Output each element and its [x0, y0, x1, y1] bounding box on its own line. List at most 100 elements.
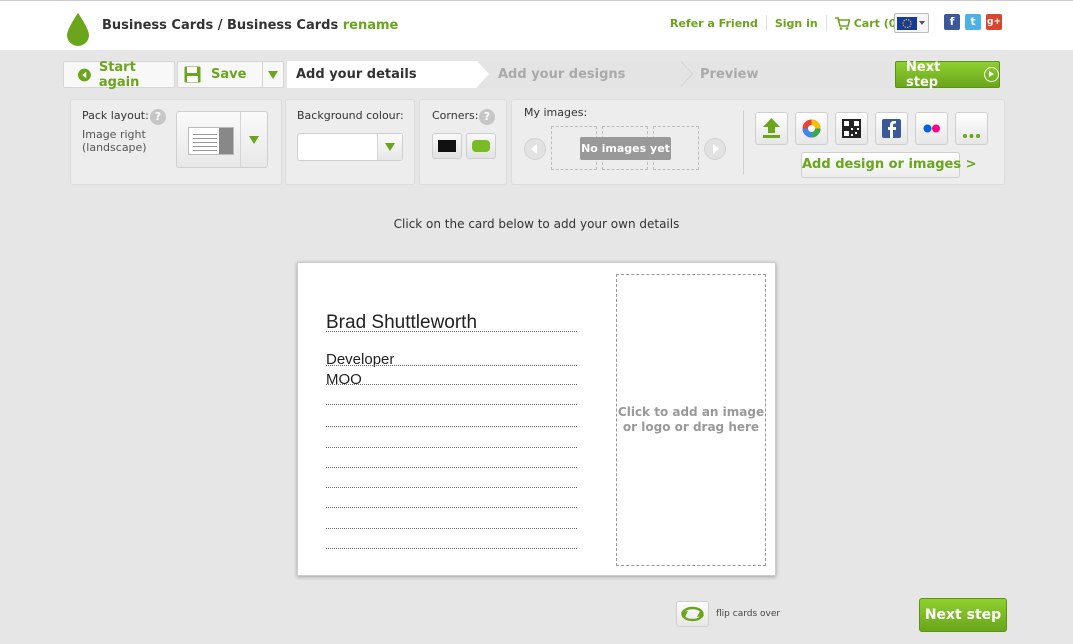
save-icon: [184, 66, 201, 83]
card-line[interactable]: [326, 429, 577, 448]
card-line[interactable]: [326, 407, 577, 427]
images-prev-button[interactable]: [524, 138, 546, 160]
chevron-down-icon: [385, 143, 395, 151]
facebook-import-button[interactable]: [875, 112, 908, 145]
step-chevron: [680, 61, 692, 87]
background-colour-label: Background colour:: [297, 109, 404, 122]
wizard-steps: Add your details Add your designs Previe…: [287, 61, 892, 88]
chevron-down-icon: [249, 136, 259, 144]
twitter-icon[interactable]: t: [965, 14, 981, 30]
card-instruction: Click on the card below to add your own …: [393, 217, 680, 231]
step-add-details[interactable]: Add your details: [287, 61, 489, 88]
more-sources-button[interactable]: [955, 112, 988, 145]
card-line[interactable]: [326, 387, 577, 405]
layout-dropdown-caret[interactable]: [240, 112, 267, 167]
images-next-button[interactable]: [704, 138, 726, 160]
cart-icon: [834, 16, 850, 30]
pack-layout-select[interactable]: [176, 111, 268, 168]
eu-flag-icon: [897, 17, 917, 30]
step-label: Preview: [700, 67, 759, 82]
picasa-import-button[interactable]: [795, 112, 828, 145]
card-line[interactable]: [326, 449, 577, 468]
upload-icon: [763, 118, 780, 138]
facebook-icon[interactable]: f: [944, 14, 960, 30]
card-line[interactable]: [326, 469, 577, 488]
sign-in-link[interactable]: Sign in: [775, 17, 818, 30]
business-card-preview[interactable]: Brad Shuttleworth Developer MOO Click to…: [297, 262, 776, 576]
qr-code-button[interactable]: [835, 112, 868, 145]
card-line[interactable]: [326, 489, 577, 508]
pack-layout-panel: Pack layout: ? Image right (landscape): [70, 99, 282, 185]
square-corners-button[interactable]: [432, 133, 462, 159]
pack-layout-label: Pack layout:: [82, 109, 149, 122]
save-label: Save: [211, 67, 247, 82]
background-colour-panel: Background colour:: [285, 99, 415, 185]
chevron-down-icon: [268, 71, 278, 79]
flip-cards-label: flip cards over: [716, 609, 781, 619]
flickr-import-button[interactable]: [915, 112, 948, 145]
region-selector[interactable]: [894, 13, 929, 33]
header: Business Cards / Business Cards rename R…: [0, 0, 1073, 50]
start-again-label: Start again: [98, 59, 140, 90]
card-line[interactable]: [326, 367, 577, 385]
top-navigation: Refer a Friend Sign in Cart (0): [670, 13, 918, 33]
facebook-icon: [882, 119, 901, 138]
help-icon[interactable]: ?: [479, 109, 495, 125]
step-add-designs[interactable]: Add your designs: [477, 61, 693, 88]
step-bar: Start again Save Add your details Add yo…: [63, 59, 1000, 90]
upload-image-button[interactable]: [755, 112, 788, 145]
refer-friend-link[interactable]: Refer a Friend: [670, 17, 758, 30]
rename-link[interactable]: rename: [343, 18, 399, 33]
card-line[interactable]: [326, 312, 577, 332]
rounded-corners-button[interactable]: [466, 133, 496, 159]
chevron-down-icon: [919, 21, 925, 25]
arrow-right-icon: [984, 67, 999, 82]
add-design-button[interactable]: Add design or images >: [801, 152, 977, 178]
save-main[interactable]: Save: [184, 66, 246, 83]
qr-code-icon: [842, 119, 861, 138]
breadcrumb: Business Cards / Business Cards rename: [102, 18, 398, 33]
step-label: Add your details: [296, 67, 417, 82]
picasa-icon: [802, 119, 821, 138]
more-icon: [963, 134, 980, 138]
card-line[interactable]: [326, 531, 577, 549]
rounded-corner-icon: [472, 140, 490, 152]
card-image-dropzone[interactable]: Click to add an image or logo or drag he…: [616, 274, 766, 566]
chevron-left-icon: [531, 144, 537, 154]
panel-divider: [743, 110, 744, 174]
cart-link[interactable]: Cart (0): [834, 16, 901, 30]
next-step-button[interactable]: Next step: [895, 59, 1000, 90]
back-arrow-icon: [78, 68, 91, 81]
flickr-icon: [923, 124, 940, 133]
nav-divider: [825, 15, 827, 31]
layout-preview-icon: [188, 127, 234, 155]
card-line[interactable]: [326, 509, 577, 529]
dropzone-line-2: or logo or drag here: [622, 420, 760, 434]
moo-drop-logo[interactable]: [67, 13, 89, 46]
step-label: Add your designs: [498, 67, 626, 82]
chevron-right-icon: [713, 144, 719, 154]
help-icon[interactable]: ?: [150, 109, 166, 125]
next-step-label: Next step: [906, 59, 941, 90]
corners-label: Corners:: [432, 109, 479, 122]
card-line[interactable]: [326, 348, 577, 366]
next-step-bottom-button[interactable]: Next step: [919, 598, 1007, 632]
pack-layout-value: Image right (landscape): [82, 128, 147, 154]
background-colour-select[interactable]: [297, 133, 403, 161]
my-images-panel: My images: No images yet Add design or i…: [511, 99, 1005, 185]
flip-cards-control[interactable]: flip cards over: [676, 601, 780, 627]
background-dropdown-caret[interactable]: [377, 134, 402, 160]
save-options-dropdown[interactable]: [262, 62, 283, 87]
nav-divider: [765, 15, 767, 31]
image-dropzone-text: Click to add an image or logo or drag he…: [618, 405, 764, 435]
corners-panel: Corners: ?: [419, 99, 507, 185]
my-images-label: My images:: [524, 106, 588, 119]
start-again-button[interactable]: Start again: [63, 59, 175, 90]
dropzone-line-1: Click to add an image: [617, 405, 765, 419]
breadcrumb-text: Business Cards / Business Cards: [102, 18, 339, 33]
save-button[interactable]: Save: [177, 61, 284, 88]
flip-icon[interactable]: [676, 601, 709, 627]
step-chevron: [477, 61, 489, 87]
google-plus-icon[interactable]: g+: [986, 14, 1002, 30]
step-preview[interactable]: Preview: [680, 61, 892, 88]
